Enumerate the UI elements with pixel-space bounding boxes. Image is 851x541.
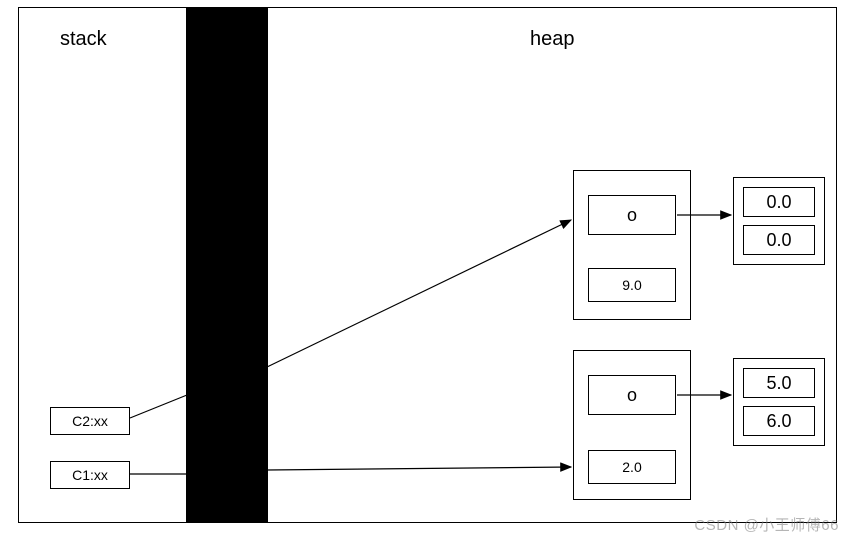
heap-object-ref-label: o <box>627 385 637 406</box>
heap-target-value: 5.0 <box>766 373 791 394</box>
stack-title: stack <box>60 28 107 51</box>
heap-target-1-val1: 0.0 <box>743 225 815 255</box>
heap-object-2-ref: o <box>588 375 676 415</box>
heap-target-value: 6.0 <box>766 411 791 432</box>
diagram-canvas: stack heap C2:xx C1:xx o 9.0 0.0 0.0 o 2… <box>0 0 851 541</box>
heap-target-value: 0.0 <box>766 230 791 251</box>
heap-object-1-field: 9.0 <box>588 268 676 302</box>
stack-item-label: C1:xx <box>72 467 108 483</box>
heap-object-field-value: 2.0 <box>622 459 641 475</box>
heap-target-2-val0: 5.0 <box>743 368 815 398</box>
heap-target-2-val1: 6.0 <box>743 406 815 436</box>
heap-object-2-field: 2.0 <box>588 450 676 484</box>
stack-item-label: C2:xx <box>72 413 108 429</box>
stack-item-c2: C2:xx <box>50 407 130 435</box>
heap-object-field-value: 9.0 <box>622 277 641 293</box>
heap-object-1-ref: o <box>588 195 676 235</box>
divider-block <box>187 7 267 523</box>
heap-target-1-val0: 0.0 <box>743 187 815 217</box>
stack-region <box>18 7 187 523</box>
heap-title: heap <box>530 28 575 51</box>
heap-target-value: 0.0 <box>766 192 791 213</box>
stack-item-c1: C1:xx <box>50 461 130 489</box>
heap-object-ref-label: o <box>627 205 637 226</box>
